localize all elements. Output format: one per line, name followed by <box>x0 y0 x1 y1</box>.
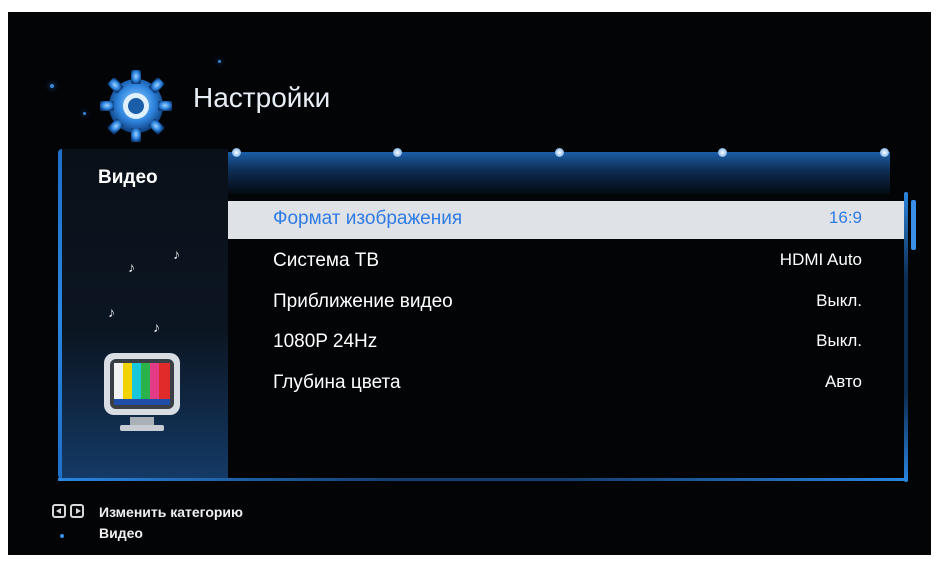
setting-aspect-ratio[interactable]: Формат изображения 16:9 <box>228 201 904 239</box>
category-panel[interactable]: Видео ♪ ♪ ♪ ♪ <box>58 149 228 479</box>
hint-bullet <box>60 534 64 538</box>
music-note-icon: ♪ <box>153 319 160 335</box>
setting-label: Формат изображения <box>273 208 463 229</box>
category-tabs <box>228 148 890 194</box>
music-note-icon: ♪ <box>173 246 180 262</box>
footer-hint: Изменить категорию <box>99 504 243 520</box>
right-arrow-key-icon <box>70 504 84 518</box>
glow-dot <box>50 84 54 88</box>
setting-value: Выкл. <box>816 331 862 350</box>
setting-value: Выкл. <box>816 291 862 310</box>
setting-value: 16:9 <box>828 208 862 227</box>
music-note-icon: ♪ <box>128 259 135 275</box>
panel-border <box>58 478 908 481</box>
setting-1080p-24hz[interactable]: 1080P 24Hz Выкл. <box>228 324 904 362</box>
setting-tv-system[interactable]: Система ТВ HDMI Auto <box>228 243 904 281</box>
setting-video-zoom[interactable]: Приближение видео Выкл. <box>228 284 904 322</box>
tab-node <box>718 148 727 157</box>
page-title: Настройки <box>193 82 331 113</box>
setting-value: HDMI Auto <box>779 250 862 269</box>
setting-label: 1080P 24Hz <box>273 331 378 352</box>
tab-node <box>393 148 402 157</box>
left-arrow-key-icon <box>52 504 66 518</box>
glow-dot <box>218 60 221 63</box>
setting-label: Глубина цвета <box>273 372 401 393</box>
tab-node <box>232 148 241 157</box>
category-label: Видео <box>98 167 158 188</box>
footer-category: Видео <box>99 525 143 541</box>
setting-value: Авто <box>824 372 862 391</box>
tab-node <box>880 148 889 157</box>
tab-node <box>555 148 564 157</box>
scrollbar[interactable] <box>911 200 916 250</box>
setting-color-depth[interactable]: Глубина цвета Авто <box>228 365 904 403</box>
tv-icon <box>104 353 180 431</box>
tv-screen: Настройки Видео ♪ ♪ ♪ ♪ Формат изображен… <box>8 12 931 555</box>
setting-label: Приближение видео <box>273 291 453 312</box>
music-note-icon: ♪ <box>108 304 115 320</box>
glow-dot <box>83 112 86 115</box>
gear-icon <box>100 70 172 142</box>
setting-label: Система ТВ <box>273 250 380 271</box>
panel-border <box>904 192 908 482</box>
